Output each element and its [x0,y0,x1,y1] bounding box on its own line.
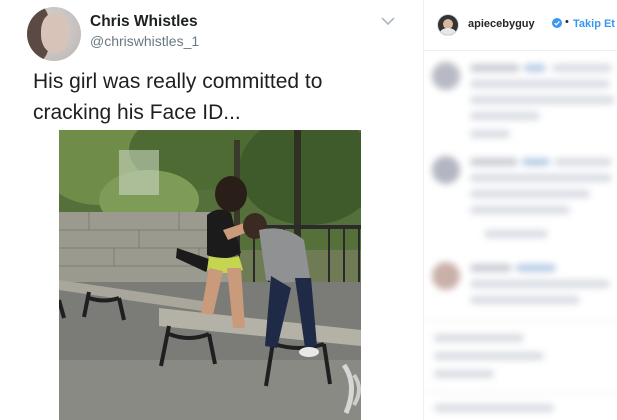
avatar [432,262,460,290]
avatar [432,62,460,90]
tweet-author-name[interactable]: Chris Whistles [90,13,198,31]
instagram-username[interactable]: apiecebyguy [468,18,535,30]
avatar [432,156,460,184]
tweet-video-still[interactable] [59,130,361,420]
verified-badge-icon [552,18,562,28]
embedded-tweet: Chris Whistles @chriswhistles_1 His girl… [0,0,423,420]
instagram-post-header: apiecebyguy • Takip Et [424,0,617,51]
instagram-sidebar: apiecebyguy • Takip Et [424,0,617,420]
tweet-author-handle[interactable]: @chriswhistles_1 [90,33,199,49]
tweet-author-avatar[interactable] [27,7,81,61]
follow-button[interactable]: Takip Et [573,18,615,30]
chevron-down-icon[interactable] [381,16,395,26]
tweet-text: His girl was really committed to crackin… [33,70,323,124]
separator-dot: • [565,16,569,28]
blurred-comments [424,52,617,420]
instagram-avatar[interactable] [437,14,459,36]
